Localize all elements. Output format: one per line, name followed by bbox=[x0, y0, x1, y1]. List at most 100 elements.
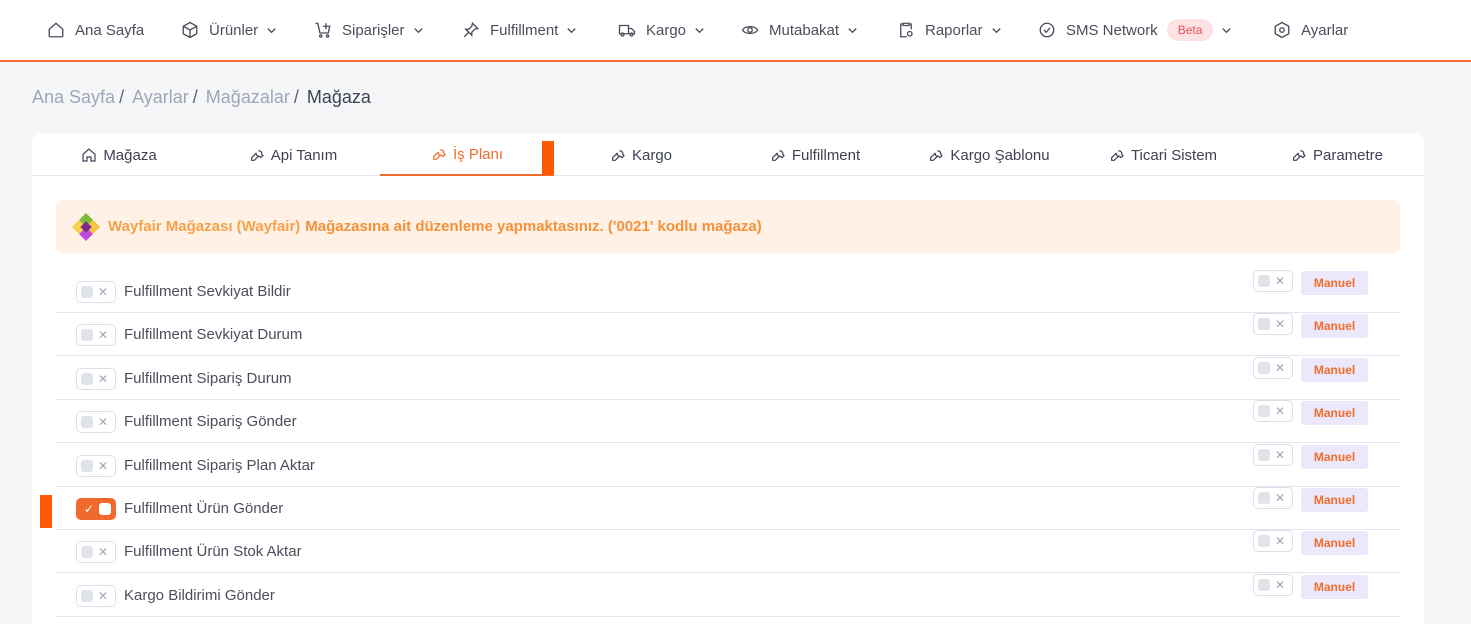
wrench-icon bbox=[771, 150, 785, 161]
job-enable-toggle[interactable]: ✕ bbox=[76, 324, 116, 347]
toggle-knob bbox=[99, 503, 111, 515]
toggle-knob bbox=[1258, 405, 1270, 418]
breadcrumb-link-ayarlar[interactable]: Ayarlar bbox=[132, 87, 189, 108]
hexagon-gear-icon bbox=[1274, 21, 1290, 39]
beta-badge: Beta bbox=[1166, 19, 1214, 41]
toggle-knob bbox=[1258, 448, 1270, 461]
tab-label: Kargo bbox=[631, 146, 673, 164]
nav-item-kargo[interactable]: Kargo bbox=[618, 0, 705, 60]
manuel-badge: Manuel bbox=[1301, 314, 1368, 339]
tab-kargo[interactable]: Kargo bbox=[554, 134, 728, 176]
nav-item-sms-network[interactable]: SMS Network Beta bbox=[1038, 0, 1232, 60]
toggle-knob bbox=[81, 589, 93, 602]
close-icon: ✕ bbox=[98, 545, 109, 560]
close-icon: ✕ bbox=[1275, 360, 1286, 375]
nav-label: Ana Sayfa bbox=[75, 21, 145, 39]
nav-label: Mutabakat bbox=[769, 21, 840, 39]
job-enable-toggle[interactable]: ✕ bbox=[76, 454, 116, 477]
nav-label: Siparişler bbox=[342, 21, 405, 39]
selected-row-marker bbox=[40, 495, 52, 528]
job-mode-toggle[interactable]: ✕ bbox=[1253, 270, 1293, 292]
tab-ticari-sistem[interactable]: Ticari Sistem bbox=[1076, 134, 1250, 176]
toggle-knob bbox=[81, 459, 93, 472]
box-icon bbox=[182, 21, 198, 39]
job-label: Fulfillment Ürün Gönder bbox=[124, 500, 284, 517]
tab-is-plani[interactable]: İş Planı bbox=[380, 134, 554, 176]
nav-label: Raporlar bbox=[925, 21, 983, 39]
tab-label: Kargo Şablonu bbox=[950, 146, 1050, 164]
nav-item-fulfillment[interactable]: Fulfillment bbox=[462, 0, 577, 60]
wrench-icon bbox=[250, 150, 264, 161]
top-navigation: Ana Sayfa Ürünler Siparişler Fulfillment… bbox=[0, 0, 1471, 62]
manuel-badge: Manuel bbox=[1301, 401, 1368, 426]
close-icon: ✕ bbox=[1275, 447, 1286, 462]
job-enable-toggle[interactable]: ✕ bbox=[76, 411, 116, 434]
nav-item-ayarlar[interactable]: Ayarlar bbox=[1273, 0, 1348, 60]
close-icon: ✕ bbox=[1275, 317, 1286, 332]
job-enable-toggle[interactable]: ✕ bbox=[76, 584, 116, 607]
job-mode-toggle[interactable]: ✕ bbox=[1253, 443, 1293, 466]
check-icon: ✓ bbox=[84, 502, 95, 516]
close-icon: ✕ bbox=[98, 371, 109, 386]
eye-icon bbox=[741, 25, 759, 35]
job-row: ✕ Kargo Bildirimi Gönder ✕ Manuel bbox=[56, 573, 1400, 617]
job-label: Kargo Bildirimi Gönder bbox=[124, 586, 275, 604]
close-icon: ✕ bbox=[1275, 491, 1286, 505]
job-mode-toggle[interactable]: ✕ bbox=[1253, 313, 1293, 336]
nav-item-siparisler[interactable]: Siparişler bbox=[314, 0, 424, 60]
job-enable-toggle[interactable]: ✓ bbox=[76, 498, 116, 520]
store-name: Wayfair Mağazası (Wayfair) bbox=[108, 218, 301, 235]
clipboard-icon bbox=[900, 22, 913, 38]
tab-fulfillment[interactable]: Fulfillment bbox=[728, 134, 902, 176]
nav-label: Ayarlar bbox=[1301, 21, 1349, 39]
nav-item-ana-sayfa[interactable]: Ana Sayfa bbox=[47, 0, 144, 60]
home-icon bbox=[82, 148, 96, 162]
close-icon: ✕ bbox=[98, 458, 109, 473]
job-label: Fulfillment Sevkiyat Durum bbox=[124, 326, 303, 344]
breadcrumb-link-ana-sayfa[interactable]: Ana Sayfa bbox=[32, 87, 115, 108]
manuel-badge: Manuel bbox=[1301, 271, 1368, 295]
tab-bar: Mağaza Api Tanım İş Planı Kargo Fulfillm… bbox=[32, 134, 1424, 176]
job-label: Fulfillment Sipariş Gönder bbox=[124, 413, 297, 431]
tab-label: İş Planı bbox=[452, 145, 504, 163]
job-mode-toggle[interactable]: ✕ bbox=[1253, 573, 1293, 596]
tab-label: Fulfillment bbox=[791, 146, 861, 164]
toggle-knob bbox=[1258, 361, 1270, 374]
store-settings-card: Mağaza Api Tanım İş Planı Kargo Fulfillm… bbox=[32, 134, 1424, 624]
job-enable-toggle[interactable]: ✕ bbox=[76, 281, 116, 303]
nav-label: Ürünler bbox=[209, 21, 259, 39]
toggle-knob bbox=[81, 416, 93, 429]
wayfair-logo-icon bbox=[72, 212, 100, 241]
job-row: ✓ Fulfillment Ürün Gönder ✕ Manuel bbox=[56, 487, 1400, 530]
tab-api-tanim[interactable]: Api Tanım bbox=[206, 134, 380, 176]
job-mode-toggle[interactable]: ✕ bbox=[1253, 487, 1293, 509]
tab-parametre[interactable]: Parametre bbox=[1250, 134, 1424, 176]
chevron-down-icon bbox=[695, 27, 704, 33]
close-icon: ✕ bbox=[98, 328, 109, 343]
job-mode-toggle[interactable]: ✕ bbox=[1253, 356, 1293, 379]
job-row: ✕ Fulfillment Sipariş Gönder ✕ Manuel bbox=[56, 400, 1400, 444]
alert-message: Mağazasına ait düzenleme yapmaktasınız. … bbox=[305, 218, 762, 235]
store-info-alert: Wayfair Mağazası (Wayfair) Mağazasına ai… bbox=[56, 200, 1400, 253]
breadcrumb-current: Mağaza bbox=[306, 87, 371, 107]
nav-item-raporlar[interactable]: Raporlar bbox=[897, 0, 1002, 60]
wrench-icon bbox=[930, 150, 944, 161]
tab-label: Mağaza bbox=[103, 146, 157, 164]
tab-magaza[interactable]: Mağaza bbox=[32, 134, 206, 176]
toggle-knob bbox=[1258, 318, 1270, 331]
job-mode-toggle[interactable]: ✕ bbox=[1253, 400, 1293, 423]
breadcrumb-separator: / bbox=[293, 87, 299, 107]
pin-icon bbox=[463, 21, 480, 38]
manuel-badge: Manuel bbox=[1301, 444, 1368, 469]
tab-label: Api Tanım bbox=[270, 146, 338, 164]
tab-kargo-sablonu[interactable]: Kargo Şablonu bbox=[902, 134, 1076, 176]
nav-item-urunler[interactable]: Ürünler bbox=[181, 0, 277, 60]
close-icon: ✕ bbox=[1275, 577, 1286, 592]
nav-item-mutabakat[interactable]: Mutabakat bbox=[741, 0, 858, 60]
job-enable-toggle[interactable]: ✕ bbox=[76, 541, 116, 564]
job-enable-toggle[interactable]: ✕ bbox=[76, 367, 116, 390]
toggle-knob bbox=[1258, 275, 1270, 287]
manuel-badge: Manuel bbox=[1301, 488, 1368, 512]
breadcrumb-link-magazalar[interactable]: Mağazalar bbox=[206, 87, 290, 108]
job-mode-toggle[interactable]: ✕ bbox=[1253, 530, 1293, 553]
